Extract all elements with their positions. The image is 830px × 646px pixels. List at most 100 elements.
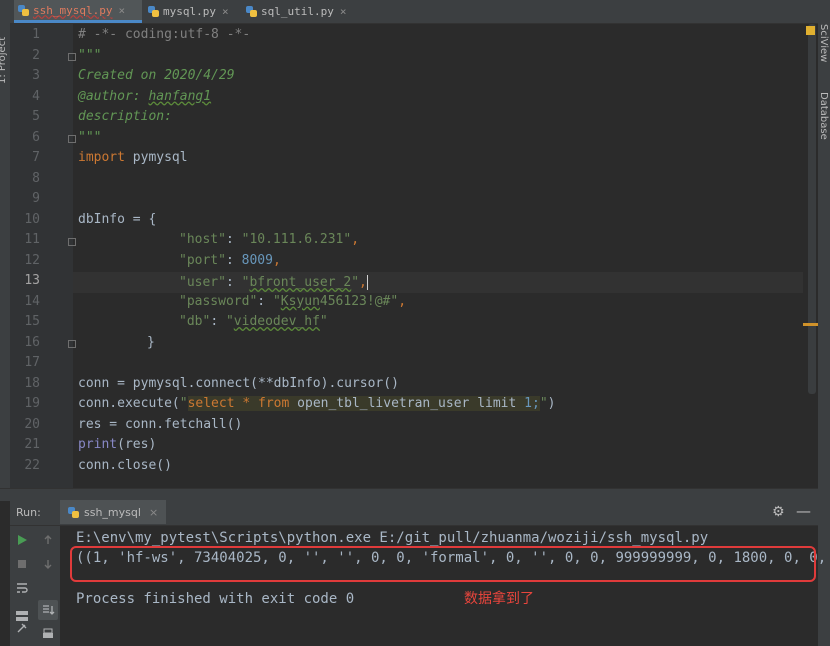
line-number: 9 [32,191,40,206]
punct: : [225,232,242,247]
tab-label: sql_util.py [261,5,334,18]
string: "user" [179,275,226,290]
layout-icon[interactable] [12,584,32,604]
scroll-end-icon[interactable] [38,600,58,620]
string: " [539,396,548,411]
inspection-status-icon[interactable] [806,26,815,35]
string: Ksyun [280,293,320,309]
code-line: "db": "videodev_hf" [179,311,328,332]
line-number: 18 [24,375,40,391]
python-file-icon [68,506,79,518]
line-number: 6 [32,129,40,145]
code-line: } [147,334,155,350]
run-console[interactable]: E:\env\my_pytest\Scripts\python.exe E:/g… [60,526,826,646]
tab-ssh-mysql[interactable]: ssh_mysql.py × [14,0,142,23]
down-icon[interactable] [38,554,58,574]
line-number: 3 [32,68,40,83]
string: "10.111.6.231" [241,232,352,247]
line-number: 4 [32,88,40,104]
line-number: 1 [32,27,40,42]
close-icon[interactable]: × [118,4,125,17]
line-number: 12 [24,252,40,268]
line-number: 20 [24,416,40,432]
editor-scrollbar[interactable] [808,24,816,394]
string: videodev_hf [233,314,320,329]
code-editor[interactable]: # -*- coding:utf-8 -*- """ Created on 20… [73,24,803,488]
code-line: # -*- coding:utf-8 -*- [78,27,251,42]
gear-icon[interactable]: ⚙ [772,504,785,520]
project-panel-label[interactable]: 1: Project [0,4,8,84]
doc-author: hanfang1 [148,88,212,104]
line-number: 10 [24,211,40,227]
string: " [351,275,360,290]
line-number: 19 [24,396,40,411]
sql-number: 1; [516,396,540,411]
punct: , [351,232,360,247]
string: "db" [179,314,211,329]
stop-icon[interactable] [12,554,32,574]
module-name: pymysql [124,150,188,165]
python-file-icon [148,6,159,17]
string: "host" [179,232,226,247]
layout-icon[interactable] [12,606,32,626]
code-line: "port": 8009, [179,250,281,271]
doc-text: @author: [78,88,149,104]
line-number-current: 13 [24,273,40,288]
code-line: conn.close() [78,457,172,473]
line-number: 14 [24,293,40,309]
line-number: 11 [24,232,40,247]
line-number: 5 [32,109,40,124]
sql-op: * [234,396,259,411]
sql-keyword: from [258,396,290,411]
up-icon[interactable] [38,530,58,550]
tab-sql-util[interactable]: sql_util.py × [242,0,354,23]
run-tab-ssh-mysql[interactable]: ssh_mysql × [60,500,167,524]
database-panel-label[interactable]: Database [818,92,829,140]
close-icon[interactable]: × [149,506,158,519]
run-icon[interactable] [12,530,32,550]
string: 456123!@#" [319,293,399,309]
string: " [225,314,234,329]
line-number: 2 [32,47,40,63]
sql-injection: select * from open_tbl_livetran_user lim… [187,396,540,411]
run-label: Run: [16,506,41,519]
warning-marker[interactable] [803,323,818,326]
run-panel-header: Run: ssh_mysql × ⚙ — [10,500,818,526]
line-number: 22 [24,457,40,473]
punct: : [210,314,226,329]
tab-label: mysql.py [163,5,216,18]
code-line: import pymysql [78,147,188,168]
code-line: @author: hanfang1 [78,86,211,107]
line-number: 7 [32,150,40,165]
call: conn.execute( [78,396,180,411]
code-line: """ [78,47,102,63]
builtin: print [78,437,118,452]
sql-keyword: limit [477,396,517,411]
highlight-annotation-box [70,546,816,582]
punct: , [398,293,407,309]
line-number: 17 [24,355,40,370]
string: " [272,293,281,309]
line-number: 21 [24,437,40,452]
minimize-icon[interactable]: — [796,502,811,520]
sciview-panel-label[interactable]: SciView [818,24,829,62]
line-number-gutter: 1 2 3 4 5 6 7 8 9 10 11 12 13 14 15 16 1… [10,24,76,488]
code-line: print(res) [78,434,156,455]
close-icon[interactable]: × [340,5,347,18]
sql-table: open_tbl_livetran_user [289,396,478,411]
python-file-icon [18,4,29,16]
punct: : [225,275,242,290]
punct: : [257,293,273,309]
tab-mysql[interactable]: mysql.py × [144,0,240,23]
code-line: conn = pymysql.connect(**dbInfo).cursor(… [78,375,399,391]
line-number: 16 [24,334,40,350]
string: " [319,314,328,329]
print-icon[interactable] [38,624,58,644]
code-line: Created on 2020/4/29 [78,68,235,83]
tab-label: ssh_mysql.py [33,3,113,17]
code-line: """ [78,129,102,145]
code-line: dbInfo = { [78,211,157,227]
string: " [179,396,188,411]
string: "password" [179,293,258,309]
close-icon[interactable]: × [222,5,229,18]
